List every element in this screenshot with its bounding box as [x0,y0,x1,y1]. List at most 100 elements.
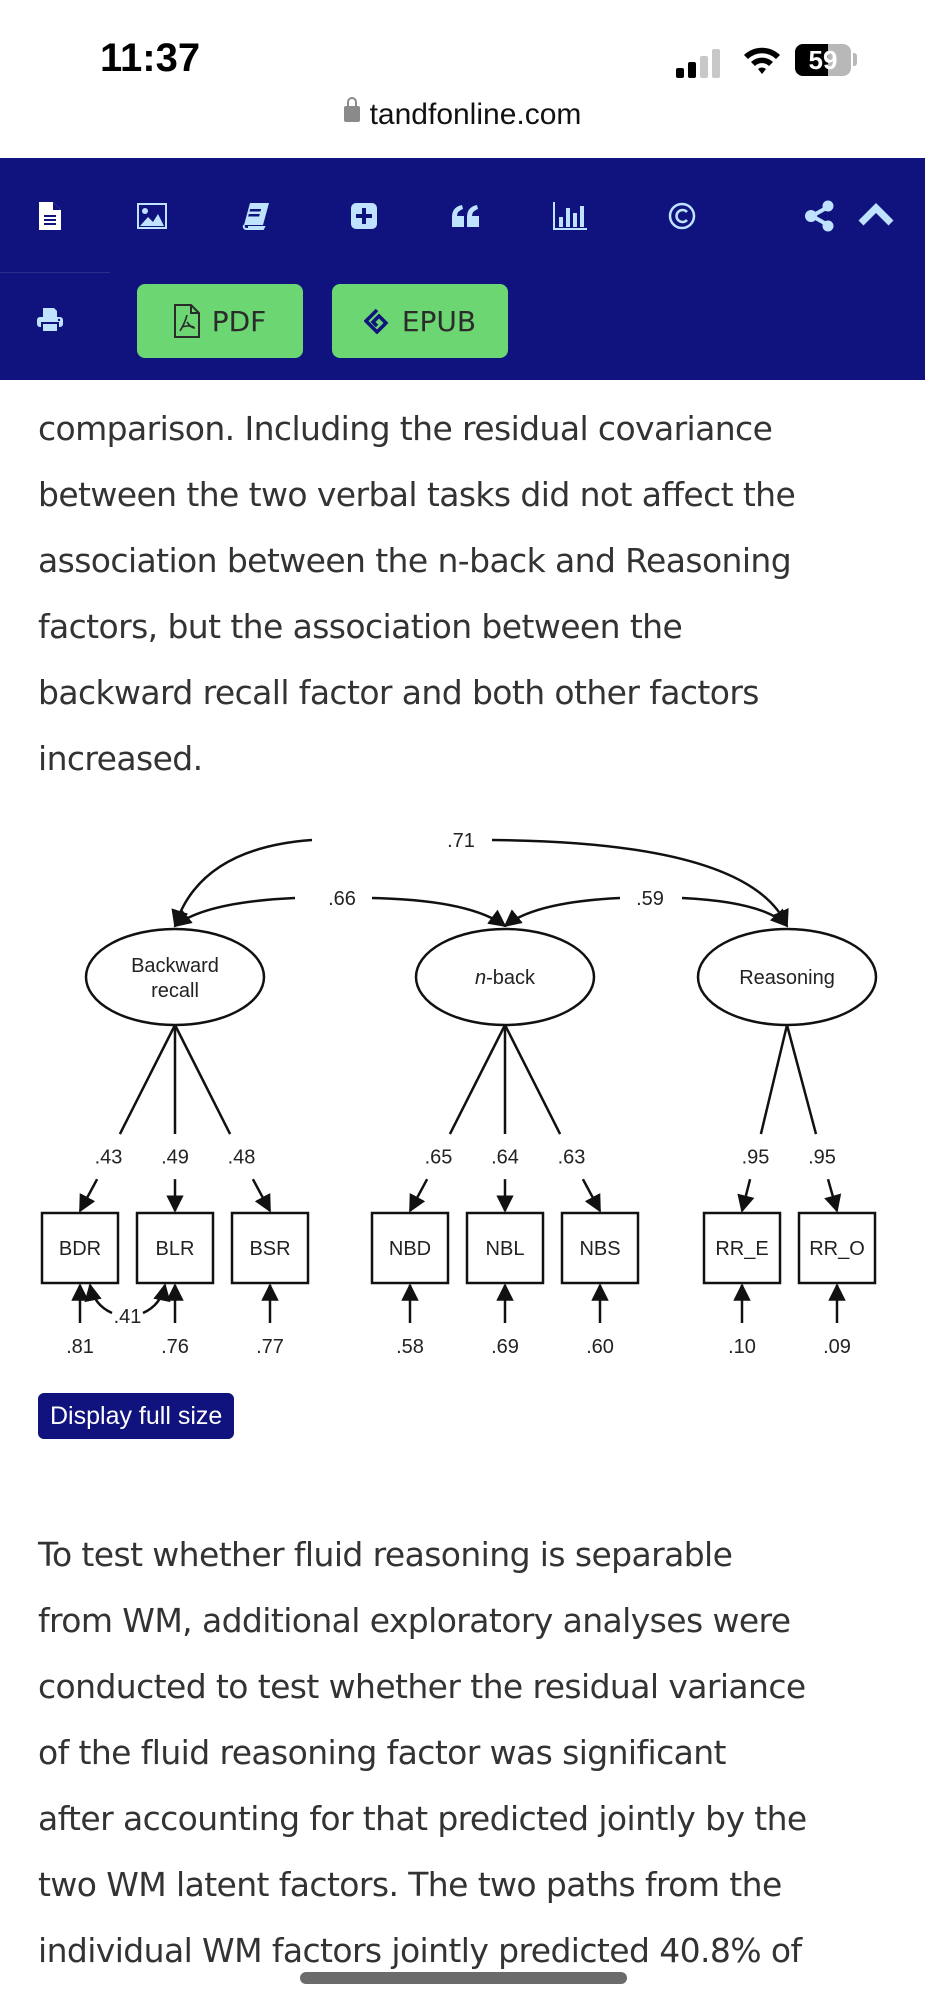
text-line: from WM, additional exploratory analyses… [38,1601,791,1640]
loading-path-arrow [78,1178,99,1213]
text-line: two WM latent factors. The two paths fro… [38,1865,782,1904]
full-text-icon[interactable] [30,196,70,236]
indicator-label: RR_E [715,1238,768,1260]
text-line: after accounting for that predicted join… [38,1799,807,1838]
figures-icon[interactable] [132,196,172,236]
epub-icon [363,308,389,334]
loading-path-arrow [581,1178,602,1213]
loading-path [503,1024,562,1135]
residual-label: .81 [66,1336,94,1358]
loading-label: .43 [95,1147,123,1169]
factor-label-italic: n [475,967,486,989]
battery-percent: 59 [808,45,838,75]
factor-label-text: Reasoning [739,967,835,989]
share-icon[interactable] [800,196,840,236]
indicator-label: RR_O [809,1238,865,1260]
residual-label: .69 [491,1336,519,1358]
correlation-arrow-nb-re [503,896,621,928]
display-full-size-button[interactable]: Display full size [38,1393,235,1439]
battery-icon: 59 [795,44,851,76]
correlation-arrow-br-re [171,838,313,928]
indicator-label: NBS [579,1238,620,1260]
indicator-label: NBD [389,1238,431,1260]
factor-label: Reasoning [739,967,835,989]
metrics-icon[interactable] [550,196,590,236]
article-toolbar: PDF EPUB [0,158,925,380]
loading-path-arrow [408,1178,429,1213]
citation-icon[interactable] [446,196,486,236]
home-indicator[interactable] [300,1972,627,1984]
latent-factor-br [84,927,266,1027]
indicator-label: BSR [249,1238,290,1260]
loading-path-arrow [251,1178,272,1213]
text-line: conducted to test whether the residual v… [38,1667,806,1706]
text-line: of the fluid reasoning factor was signif… [38,1733,727,1772]
pdf-download-button[interactable]: PDF [137,284,303,358]
wifi-icon [744,47,780,74]
loading-path [785,1024,818,1135]
text-line: comparison. Including the residual covar… [38,409,773,448]
battery-tip [853,53,857,66]
clock: 11:37 [100,36,201,80]
residual-label: .09 [823,1336,851,1358]
factor-label: recall [151,980,199,1002]
residual-covariance-arrow [142,1283,171,1315]
loading-path [759,1024,789,1135]
correlation-arrow-br-re [491,838,789,928]
correlation-arrow-br-nb [173,896,296,928]
loading-label: .95 [808,1147,836,1169]
status-bar: 11:37 59 [0,0,925,100]
lock-icon [343,97,360,123]
references-icon[interactable] [236,196,276,236]
pdf-file-icon [173,304,200,338]
correlation-label: .59 [636,888,664,910]
residual-label: .10 [728,1336,756,1358]
indicator-label: BDR [59,1238,101,1260]
loading-path [448,1024,507,1135]
address-bar[interactable]: tandfonline.com [0,97,925,132]
indicator-label: NBL [486,1238,525,1260]
residual-covariance-label: .41 [114,1306,142,1328]
factor-label: n-back [475,967,536,989]
article-paragraph-1: comparison. Including the residual covar… [38,396,898,792]
loading-label: .64 [491,1147,519,1169]
loading-path-arrow [824,1178,842,1213]
correlation-label: .66 [328,888,356,910]
loading-label: .63 [558,1147,586,1169]
loading-label: .95 [742,1147,770,1169]
sem-path-diagram[interactable]: .71 .66 .59 Backward recall n-back Reasoning .4… [30,820,890,1380]
factor-label: Backward [131,955,219,977]
residual-label: .77 [256,1336,284,1358]
cellular-signal-icon [676,48,726,78]
loading-label: .48 [228,1147,256,1169]
supplemental-icon[interactable] [344,196,384,236]
loading-path [173,1024,232,1135]
residual-label: .76 [161,1336,189,1358]
loading-label: .65 [425,1147,453,1169]
epub-download-button[interactable]: EPUB [332,284,508,358]
text-line: increased. [38,739,203,778]
article-paragraph-2: To test whether fluid reasoning is separ… [38,1522,898,1984]
text-line: backward recall factor and both other fa… [38,673,760,712]
licensing-icon[interactable] [662,196,702,236]
toolbar-divider [0,272,110,273]
epub-button-label: EPUB [401,304,477,338]
print-icon[interactable] [30,300,70,340]
loading-path [118,1024,177,1135]
pdf-button-label: PDF [211,304,267,338]
text-line: To test whether fluid reasoning is separ… [38,1535,733,1574]
factor-label-text: -back [486,967,536,989]
path-diagram-svg: .71 .66 .59 Backward recall n-back Reasoning .4… [40,830,878,1358]
indicator-label: BLR [156,1238,195,1260]
residual-covariance-arrow [84,1283,113,1315]
chevron-up-icon[interactable] [856,196,896,236]
correlation-label: .71 [447,830,475,852]
loading-path-arrow [737,1178,755,1213]
text-line: between the two verbal tasks did not aff… [38,475,796,514]
loading-label: .49 [161,1147,189,1169]
residual-label: .60 [586,1336,614,1358]
text-line: factors, but the association between the [38,607,683,646]
residual-label: .58 [396,1336,424,1358]
correlation-arrow-br-nb [371,896,507,928]
text-line: association between the n-back and Reaso… [38,541,792,580]
